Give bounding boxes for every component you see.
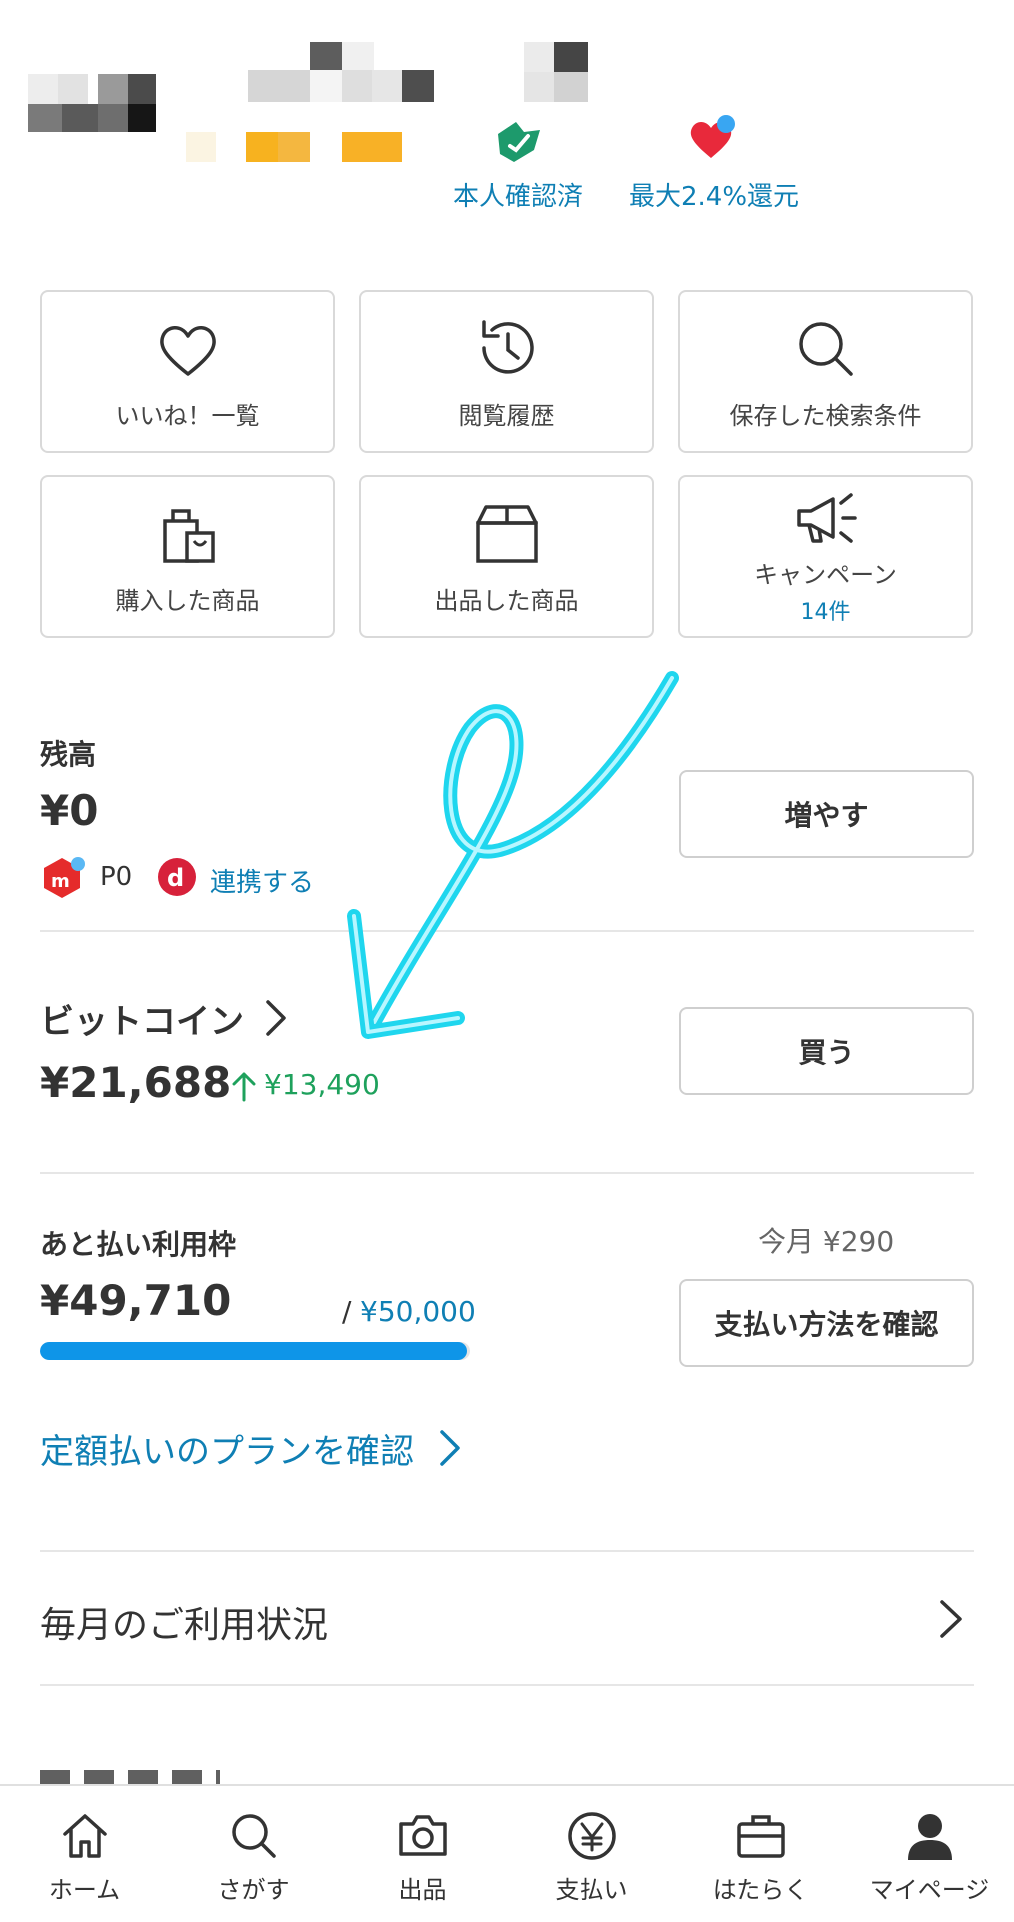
blurred-user-info [524,42,588,102]
tile-saved-searches[interactable]: 保存した検索条件 [678,290,973,453]
nav-label: 出品 [398,1876,447,1904]
shopping-bag-icon [162,509,215,563]
tile-label: 閲覧履歴 [458,402,555,430]
search-icon [798,322,853,376]
chevron-right-icon [938,1598,964,1640]
divider [40,1684,974,1686]
heart-outline-icon [159,326,216,376]
nav-search[interactable]: さがす [169,1786,338,1922]
campaign-count: 14件 [800,600,851,625]
verified-shield-icon [494,116,544,166]
briefcase-icon [736,1815,785,1858]
credit-limit: ¥50,000 [360,1295,476,1328]
nav-sell[interactable]: 出品 [338,1786,507,1922]
svg-text:m: m [51,871,70,892]
tile-likes[interactable]: いいね！一覧 [40,290,335,453]
deferred-payment-title: あと払い利用枠 [40,1228,237,1261]
max-cashback-label[interactable]: 最大2.4%還元 [629,176,799,213]
blurred-avatar [28,74,156,132]
history-icon [481,320,534,374]
tile-campaign[interactable]: キャンペーン 14件 [678,475,973,638]
nav-label: 支払い [555,1876,628,1904]
limit-prefix: / [342,1295,352,1328]
tile-label: キャンペーン [754,561,897,589]
monthly-usage-label: 毎月のご利用状況 [40,1605,329,1646]
megaphone-icon [796,493,857,543]
tile-history[interactable]: 閲覧履歴 [359,290,654,453]
fixed-plan-label: 定額払いのプランを確認 [40,1431,414,1472]
identity-verified-label: 本人確認済 [453,182,584,212]
usage-progress-fill [40,1342,468,1360]
bitcoin-amount: ¥21,688 [40,1058,232,1107]
nav-label: ホーム [48,1876,121,1904]
bottom-nav: ホーム さがす 出品 支払い はたらく マイページ [0,1784,1014,1922]
tile-label: 出品した商品 [434,587,579,615]
points-value: P0 [100,862,133,892]
balance-title: 残高 [40,738,97,771]
available-amount: ¥49,710 [40,1276,232,1325]
balance-amount: ¥0 [40,786,99,835]
bitcoin-title: ビットコイン [40,1001,244,1042]
fixed-plan-link[interactable]: 定額払いのプランを確認 [40,1424,462,1472]
nav-label: さがす [217,1876,290,1904]
tile-listed[interactable]: 出品した商品 [359,475,654,638]
blurred-username [248,42,434,102]
merpay-points-icon: m [42,856,86,900]
buy-bitcoin-button[interactable]: 買う [679,1007,974,1095]
next-section-heading-cutoff [40,1770,220,1784]
check-payment-method-button[interactable]: 支払い方法を確認 [679,1279,974,1367]
home-icon [62,1814,107,1858]
bitcoin-link[interactable]: ビットコイン [40,994,288,1042]
annotation-arrow [347,671,679,1039]
usage-progress-track [40,1342,470,1360]
this-month-amount: 今月 ¥290 [758,1225,895,1258]
nav-label: はたらく [712,1876,809,1904]
search-icon [231,1814,276,1858]
nav-home[interactable]: ホーム [0,1786,169,1922]
nav-work[interactable]: はたらく [676,1786,845,1922]
monthly-usage-row[interactable]: 毎月のご利用状況 [40,1552,974,1684]
chevron-right-icon [438,1428,462,1468]
heart-icon [686,114,740,164]
box-icon [475,505,538,563]
tile-purchased[interactable]: 購入した商品 [40,475,335,638]
tile-label: 購入した商品 [115,587,260,615]
increase-balance-button[interactable]: 増やす [679,770,974,858]
d-point-icon: d [156,856,198,898]
nav-label: マイページ [869,1876,990,1904]
blurred-rating [186,132,402,162]
nav-mypage[interactable]: マイページ [845,1786,1014,1922]
bitcoin-change: ¥13,490 [264,1068,380,1101]
yen-icon [567,1812,616,1860]
arrow-up-icon [232,1070,256,1102]
divider [40,1172,974,1174]
tile-label: 保存した検索条件 [729,402,922,430]
tile-label: いいね！一覧 [115,402,260,430]
chevron-right-icon [264,998,288,1038]
link-account-link[interactable]: 連携する [210,862,314,899]
nav-payment[interactable]: 支払い [507,1786,676,1922]
camera-icon [398,1815,447,1856]
person-icon [907,1814,952,1860]
svg-text:d: d [167,864,184,892]
